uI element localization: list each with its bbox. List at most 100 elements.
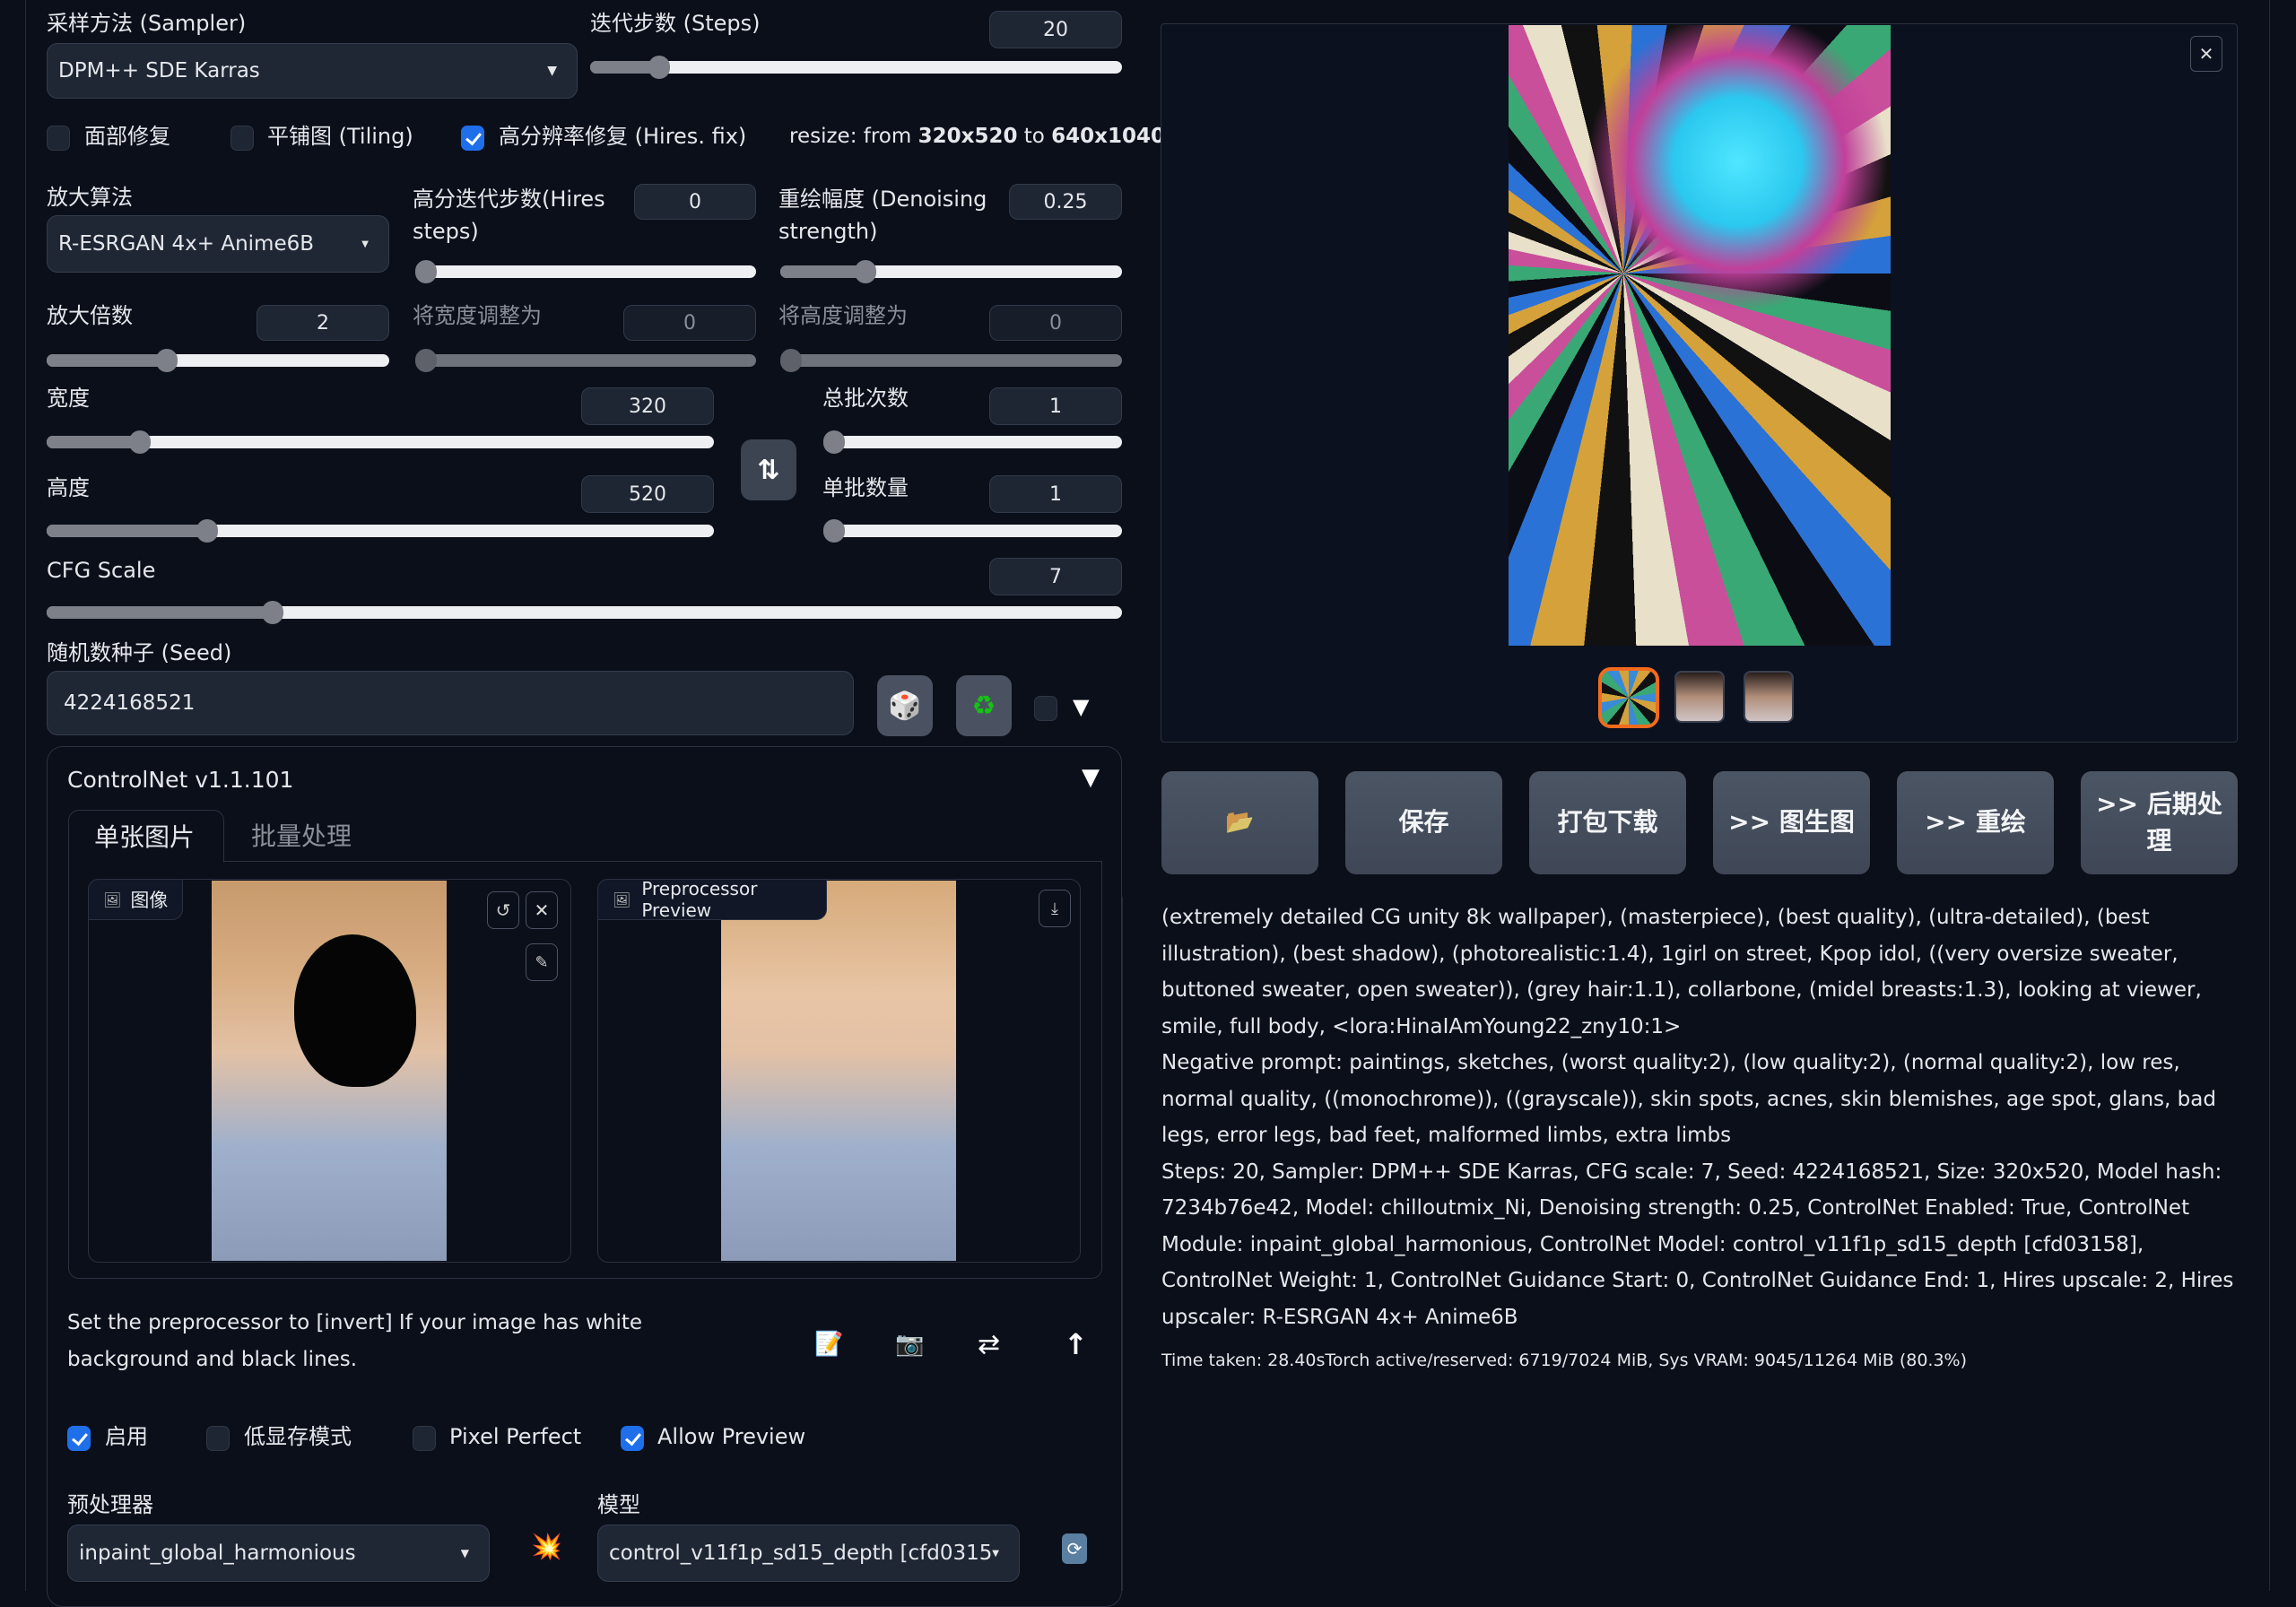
chevron-down-icon: ▼ <box>547 64 557 78</box>
swap-dimensions-button[interactable]: ⇅ <box>741 439 796 500</box>
batch-count-input[interactable]: 1 <box>989 387 1122 425</box>
chevron-down-icon: ▼ <box>460 1547 469 1559</box>
seed-extra-checkbox[interactable] <box>1034 696 1057 721</box>
cfg-label: CFG Scale <box>47 558 156 583</box>
denoising-input[interactable]: 0.25 <box>1009 184 1122 220</box>
cfg-slider[interactable] <box>47 601 1122 624</box>
tab-single-image-label: 单张图片 <box>94 822 196 852</box>
tiling-checkbox[interactable] <box>230 126 254 151</box>
tiling-label: 平铺图 (Tiling) <box>267 124 413 149</box>
output-image[interactable] <box>1509 25 1891 646</box>
low-vram-label: 低显存模式 <box>244 1424 352 1449</box>
close-gallery-button[interactable]: ✕ <box>2190 36 2222 72</box>
reuse-seed-button[interactable]: ♻ <box>956 675 1012 736</box>
send-to-img2img-label: >> 图生图 <box>1728 807 1855 838</box>
resize-width-slider[interactable] <box>415 349 756 372</box>
tab-single-image[interactable]: 单张图片 <box>68 810 224 863</box>
denoising-slider[interactable] <box>780 260 1122 283</box>
zip-download-label: 打包下载 <box>1557 807 1658 838</box>
steps-slider[interactable] <box>590 56 1122 79</box>
resize-width-input[interactable]: 0 <box>623 305 756 341</box>
batch-size-input[interactable]: 1 <box>989 475 1122 513</box>
close-icon: ✕ <box>2198 43 2214 65</box>
send-size-button[interactable]: ↑ <box>1064 1327 1088 1361</box>
width-slider[interactable] <box>47 430 714 454</box>
send-to-extras-button[interactable]: >> 后期处理 <box>2081 771 2238 874</box>
resize-height-slider[interactable] <box>780 349 1122 372</box>
hires-steps-input[interactable]: 0 <box>634 184 756 220</box>
height-label: 高度 <box>47 475 90 500</box>
steps-label: 迭代步数 (Steps) <box>590 11 761 36</box>
sampler-label: 采样方法 (Sampler) <box>47 11 247 36</box>
upscale-by-input[interactable]: 2 <box>257 305 389 341</box>
refresh-icon: ⟳ <box>1066 1538 1083 1559</box>
edit-canvas-icon: 📝 <box>814 1331 844 1358</box>
cfg-input[interactable]: 7 <box>989 558 1122 595</box>
upscale-by-slider[interactable] <box>47 349 389 372</box>
brush-icon: ✎ <box>535 952 549 972</box>
run-preprocessor-button[interactable]: 💥 <box>531 1532 562 1561</box>
batch-size-label: 单批数量 <box>822 475 909 500</box>
download-preview-button[interactable]: ⤓ <box>1039 890 1071 927</box>
pixel-perfect-checkbox[interactable] <box>413 1426 436 1451</box>
gallery-thumbnail[interactable] <box>1744 671 1794 723</box>
batch-size-slider[interactable] <box>823 519 1122 543</box>
swap-button[interactable]: ⇄ <box>978 1329 1000 1360</box>
resize-height-label: 将高度调整为 <box>778 303 908 328</box>
controlnet-input-photo <box>212 881 447 1261</box>
seed-label: 随机数种子 (Seed) <box>47 640 232 665</box>
open-folder-button[interactable]: 📂 <box>1161 771 1318 874</box>
model-select[interactable]: control_v11f1p_sd15_depth [cfd0315 ▼ <box>597 1524 1020 1582</box>
timing-text: Time taken: 28.40sTorch active/reserved:… <box>1161 1351 1968 1370</box>
resize-info: resize: from 320x520 to 640x1040 <box>789 122 1165 151</box>
zip-download-button[interactable]: 打包下载 <box>1529 771 1686 874</box>
resize-mid: to <box>1017 125 1052 148</box>
random-seed-button[interactable]: 🎲 <box>877 675 933 736</box>
chevron-down-icon: ▼ <box>992 1548 999 1559</box>
camera-button[interactable]: 📷 <box>895 1331 924 1358</box>
edit-canvas-button[interactable]: 📝 <box>814 1331 843 1358</box>
clear-image-button[interactable]: ✕ <box>526 891 558 929</box>
save-button[interactable]: 保存 <box>1345 771 1502 874</box>
preprocessor-select[interactable]: inpaint_global_harmonious ▼ <box>67 1524 490 1582</box>
height-input[interactable]: 520 <box>581 475 714 513</box>
swap-dimensions-icon: ⇅ <box>757 454 780 486</box>
width-input[interactable]: 320 <box>581 387 714 425</box>
image-label: 图像 <box>130 890 169 911</box>
sampler-select[interactable]: DPM++ SDE Karras ▼ <box>47 43 578 99</box>
tab-batch[interactable]: 批量处理 <box>233 810 359 862</box>
generation-params-text: Steps: 20, Sampler: DPM++ SDE Karras, CF… <box>1161 1160 2234 1329</box>
send-to-inpaint-button[interactable]: >> 重绘 <box>1897 771 2054 874</box>
resize-height-input[interactable]: 0 <box>989 305 1122 341</box>
preprocessor-label: 预处理器 <box>67 1492 153 1517</box>
send-to-inpaint-label: >> 重绘 <box>1925 807 2026 838</box>
batch-count-slider[interactable] <box>823 430 1122 454</box>
undo-button[interactable]: ↺ <box>487 891 519 929</box>
chevron-down-icon: ▼ <box>361 239 369 249</box>
hires-steps-slider[interactable] <box>415 260 756 283</box>
allow-preview-checkbox[interactable] <box>621 1426 644 1451</box>
brush-button[interactable]: ✎ <box>526 943 558 981</box>
resize-from: 320x520 <box>918 125 1018 148</box>
controlnet-collapse-icon[interactable]: ▼ <box>1082 764 1100 791</box>
face-restore-label: 面部修复 <box>84 124 170 149</box>
height-slider[interactable] <box>47 519 714 543</box>
save-button-label: 保存 <box>1398 807 1449 838</box>
dice-icon: 🎲 <box>888 690 922 722</box>
send-size-icon: ↑ <box>1064 1327 1088 1361</box>
upscaler-select[interactable]: R-ESRGAN 4x+ Anime6B ▼ <box>47 215 389 273</box>
hires-fix-checkbox[interactable] <box>461 126 484 151</box>
seed-input[interactable]: 4224168521 <box>47 671 854 735</box>
send-to-img2img-button[interactable]: >> 图生图 <box>1713 771 1870 874</box>
refresh-models-button[interactable]: ⟳ <box>1062 1533 1087 1564</box>
gallery-thumbnail[interactable] <box>1598 667 1659 728</box>
resize-to: 640x1040 <box>1051 125 1166 148</box>
enable-checkbox[interactable] <box>67 1426 91 1451</box>
model-value: control_v11f1p_sd15_depth [cfd0315 <box>609 1542 993 1565</box>
undo-icon: ↺ <box>495 899 511 921</box>
seed-extra-toggle-icon[interactable]: ▼ <box>1073 694 1089 719</box>
face-restore-checkbox[interactable] <box>47 126 70 151</box>
gallery-thumbnail[interactable] <box>1674 671 1725 723</box>
steps-input[interactable]: 20 <box>989 11 1122 48</box>
low-vram-checkbox[interactable] <box>206 1426 230 1451</box>
